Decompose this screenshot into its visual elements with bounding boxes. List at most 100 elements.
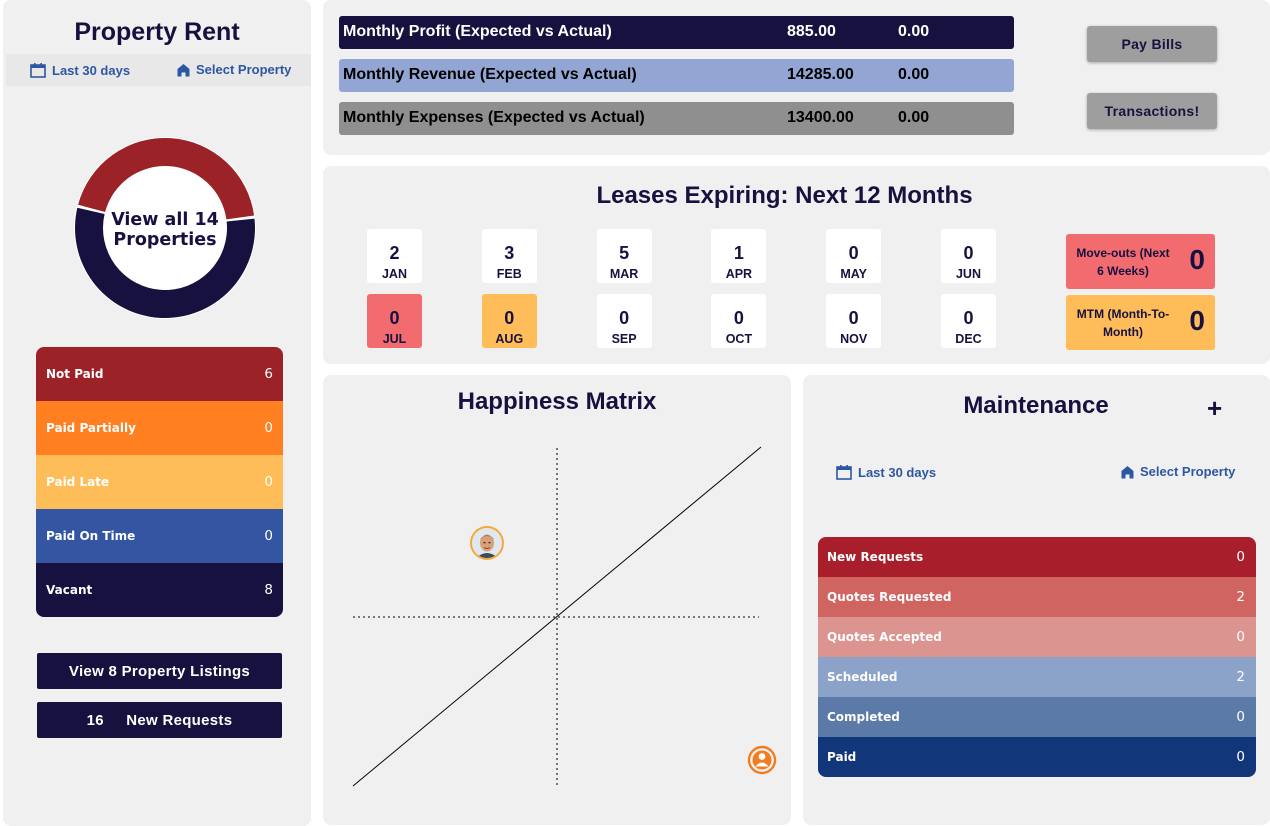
lease-month-name: FEB bbox=[496, 267, 522, 281]
lease-month-count: 5 bbox=[619, 243, 630, 263]
lease-month-count: 2 bbox=[389, 243, 400, 263]
lease-month-card[interactable]: 0 MAY bbox=[826, 229, 882, 283]
maintenance-status-row[interactable]: Scheduled 2 bbox=[818, 657, 1256, 697]
maintenance-status-row[interactable]: Quotes Accepted 0 bbox=[818, 617, 1256, 657]
lease-month-count: 0 bbox=[504, 308, 515, 328]
rent-status-row[interactable]: Paid Partially 0 bbox=[36, 401, 283, 455]
lease-month-count: 0 bbox=[848, 243, 859, 263]
summary-row-expected: 13400.00 bbox=[787, 109, 854, 126]
rent-status-count: 0 bbox=[264, 420, 273, 436]
lease-month-card[interactable]: 0 JUL bbox=[367, 294, 422, 348]
transactions-button[interactable]: Transactions! bbox=[1087, 93, 1217, 129]
maintenance-status-count: 0 bbox=[1236, 749, 1245, 765]
mtm-card[interactable]: MTM (Month-To-Month) 0 bbox=[1066, 295, 1215, 350]
maintenance-status-label: Quotes Accepted bbox=[827, 630, 942, 644]
lease-month-name: MAR bbox=[609, 267, 639, 281]
lease-month-card[interactable]: 0 AUG bbox=[481, 294, 537, 348]
maintenance-status-label: Completed bbox=[827, 710, 900, 724]
maintenance-date-filter-label: Last 30 days bbox=[858, 464, 937, 480]
maintenance-status-label: Paid bbox=[827, 750, 857, 764]
lease-month-name: NOV bbox=[840, 332, 868, 346]
moveouts-card[interactable]: Move-outs (Next 6 Weeks) 0 bbox=[1066, 234, 1215, 289]
financial-summary-panel: Monthly Profit (Expected vs Actual) 885.0… bbox=[323, 0, 1270, 155]
maintenance-status-row[interactable]: New Requests 0 bbox=[818, 537, 1256, 577]
view-all-properties-label[interactable]: View all 14 Properties bbox=[103, 210, 227, 250]
maintenance-status-row[interactable]: Quotes Requested 2 bbox=[818, 577, 1256, 617]
maintenance-status-count: 0 bbox=[1236, 549, 1245, 565]
summary-row-actual: 0.00 bbox=[898, 23, 930, 40]
maintenance-status-count: 0 bbox=[1236, 709, 1245, 725]
lease-month-count: 0 bbox=[733, 308, 744, 328]
lease-month-count: 0 bbox=[963, 308, 974, 328]
summary-row[interactable]: Monthly Revenue (Expected vs Actual) 1428… bbox=[339, 59, 1014, 92]
maintenance-status-row[interactable]: Paid 0 bbox=[818, 737, 1256, 777]
home-icon bbox=[177, 63, 190, 76]
happiness-matrix-plot bbox=[352, 446, 777, 787]
rent-status-label: Paid On Time bbox=[46, 529, 136, 543]
lease-month-card[interactable]: 0 DEC bbox=[941, 294, 996, 348]
maintenance-title: Maintenance bbox=[963, 392, 1109, 419]
moveouts-label: Move-outs (Next 6 Weeks) bbox=[1076, 246, 1170, 278]
lease-month-card[interactable]: 0 OCT bbox=[711, 294, 767, 348]
lease-month-card[interactable]: 0 JUN bbox=[941, 229, 996, 283]
lease-month-name: JAN bbox=[381, 267, 407, 281]
summary-row[interactable]: Monthly Expenses (Expected vs Actual) 134… bbox=[339, 102, 1014, 135]
lease-month-name: APR bbox=[725, 267, 753, 281]
maintenance-status-row[interactable]: Completed 0 bbox=[818, 697, 1256, 737]
lease-month-card[interactable]: 0 NOV bbox=[826, 294, 882, 348]
lease-month-count: 1 bbox=[733, 243, 744, 263]
rent-status-label: Not Paid bbox=[46, 367, 104, 381]
lease-month-name: SEP bbox=[611, 332, 637, 346]
avatar-photo bbox=[472, 528, 502, 558]
lease-month-card[interactable]: 3 FEB bbox=[481, 229, 537, 283]
lease-month-card[interactable]: 2 JAN bbox=[367, 229, 422, 283]
view-property-listings-button[interactable]: View 8 Property Listings bbox=[37, 653, 282, 689]
lease-month-card[interactable]: 5 MAR bbox=[596, 229, 652, 283]
summary-row-actual: 0.00 bbox=[898, 66, 930, 83]
lease-month-name: OCT bbox=[725, 332, 753, 346]
lease-month-count: 0 bbox=[848, 308, 859, 328]
lease-month-name: JUL bbox=[382, 332, 407, 346]
rent-status-count: 0 bbox=[264, 528, 273, 544]
lease-month-card[interactable]: 1 APR bbox=[711, 229, 767, 283]
lease-month-count: 3 bbox=[504, 243, 515, 263]
summary-row-label: Monthly Profit (Expected vs Actual) bbox=[343, 23, 612, 40]
rent-status-label: Paid Late bbox=[46, 475, 110, 489]
rent-date-filter[interactable]: Last 30 days bbox=[30, 62, 130, 78]
plus-icon[interactable]: + bbox=[1207, 395, 1222, 421]
summary-row-label: Monthly Expenses (Expected vs Actual) bbox=[343, 109, 645, 126]
lease-month-name: DEC bbox=[955, 332, 982, 346]
property-rent-panel: Property Rent Last 30 days Select Proper… bbox=[3, 0, 311, 826]
rent-property-filter[interactable]: Select Property bbox=[177, 62, 291, 77]
properties-donut[interactable]: View all 14 Properties bbox=[73, 136, 257, 320]
rent-date-filter-label: Last 30 days bbox=[52, 62, 131, 78]
rent-status-row[interactable]: Paid On Time 0 bbox=[36, 509, 283, 563]
lease-month-name: AUG bbox=[495, 332, 524, 346]
lease-month-name: MAY bbox=[840, 267, 867, 281]
rent-status-row[interactable]: Vacant 8 bbox=[36, 563, 283, 617]
calendar-icon bbox=[836, 465, 852, 480]
property-rent-title: Property Rent bbox=[74, 18, 240, 46]
lease-month-count: 0 bbox=[963, 243, 974, 263]
calendar-icon bbox=[30, 63, 46, 78]
rent-status-label: Paid Partially bbox=[46, 421, 136, 435]
maintenance-property-filter[interactable]: Select Property bbox=[1121, 464, 1235, 479]
rent-filter-bar: Last 30 days Select Property bbox=[6, 54, 311, 86]
rent-status-row[interactable]: Paid Late 0 bbox=[36, 455, 283, 509]
lease-month-card[interactable]: 0 SEP bbox=[596, 294, 652, 348]
summary-row-expected: 14285.00 bbox=[787, 66, 854, 83]
pay-bills-button[interactable]: Pay Bills bbox=[1087, 26, 1217, 62]
tenant-avatar[interactable] bbox=[470, 526, 504, 560]
maintenance-date-filter[interactable]: Last 30 days bbox=[836, 464, 936, 480]
maintenance-status-list: New Requests 0 Quotes Requested 2 Quotes Acc… bbox=[818, 537, 1256, 777]
rent-status-row[interactable]: Not Paid 6 bbox=[36, 347, 283, 401]
summary-row[interactable]: Monthly Profit (Expected vs Actual) 885.0… bbox=[339, 16, 1014, 49]
maintenance-status-count: 0 bbox=[1236, 629, 1245, 645]
new-requests-button[interactable]: 16 New Requests bbox=[37, 702, 282, 738]
rent-status-label: Vacant bbox=[46, 583, 93, 597]
lease-month-count: 0 bbox=[619, 308, 630, 328]
rent-status-list: Not Paid 6 Paid Partially 0 Paid Late 0 Paid O… bbox=[36, 347, 283, 617]
maintenance-property-filter-label: Select Property bbox=[1140, 464, 1236, 479]
rent-status-count: 0 bbox=[264, 474, 273, 490]
user-circle-icon[interactable] bbox=[747, 745, 777, 775]
